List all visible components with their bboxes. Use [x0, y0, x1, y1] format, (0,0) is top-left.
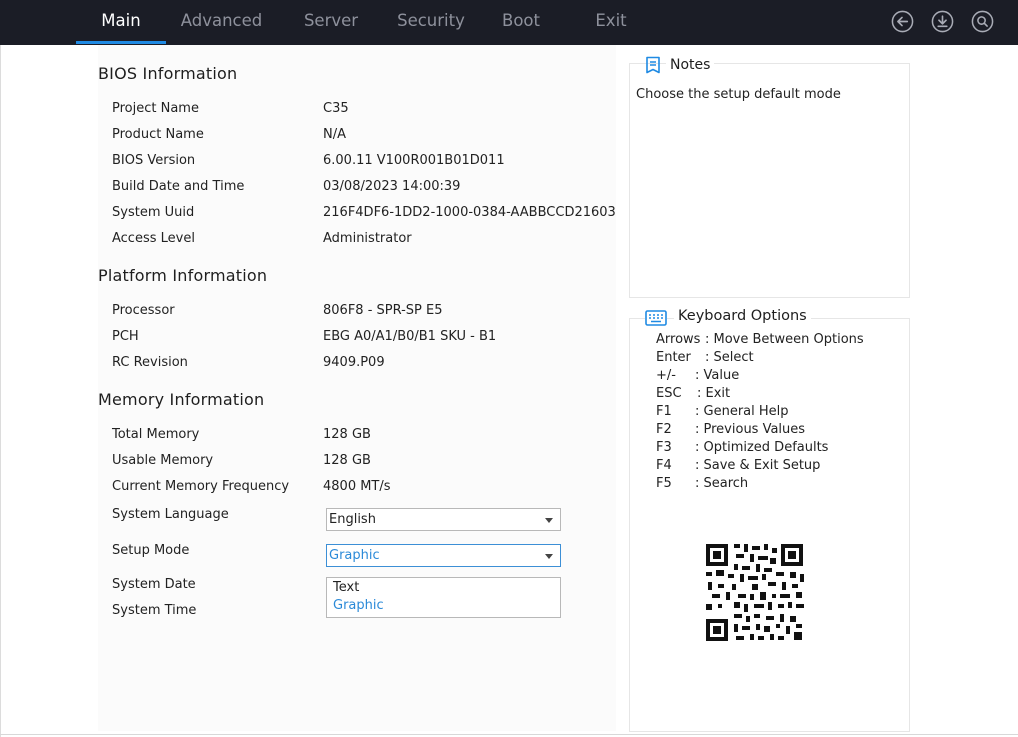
kb-key-f2: F2 [656, 422, 672, 437]
system-language-value: English [329, 512, 376, 527]
setup-mode-value: Graphic [329, 548, 380, 563]
label-memory-frequency: Current Memory Frequency [112, 479, 290, 494]
label-pch: PCH [112, 329, 139, 344]
label-access-level: Access Level [112, 231, 195, 246]
value-access-level: Administrator [323, 231, 412, 246]
label-build-date: Build Date and Time [112, 179, 245, 194]
left-edge-divider [0, 45, 1, 737]
notes-title: Notes [666, 57, 715, 73]
value-build-date: 03/08/2023 14:00:39 [323, 179, 461, 194]
main-content-panel [98, 45, 616, 731]
setup-mode-option-graphic[interactable]: Graphic [333, 598, 384, 613]
label-system-language: System Language [112, 507, 229, 522]
label-project-name: Project Name [112, 101, 199, 116]
kb-desc-f1: : General Help [695, 404, 789, 419]
tab-advanced[interactable]: Advanced [174, 0, 269, 45]
qr-code-image [696, 532, 816, 652]
setup-mode-dropdown: Text Graphic [326, 577, 561, 618]
notes-icon [645, 56, 661, 74]
notes-text: Choose the setup default mode [636, 87, 841, 102]
search-icon[interactable] [971, 10, 994, 33]
setup-mode-select[interactable]: Graphic [326, 544, 561, 567]
tab-exit[interactable]: Exit [587, 0, 635, 45]
label-total-memory: Total Memory [112, 427, 200, 442]
chevron-down-icon [545, 518, 553, 523]
back-arrow-icon[interactable] [891, 10, 914, 33]
kb-desc-f4: : Save & Exit Setup [695, 458, 821, 473]
label-setup-mode: Setup Mode [112, 543, 190, 558]
section-title-platform: Platform Information [98, 266, 268, 285]
value-usable-memory: 128 GB [323, 453, 371, 468]
value-pch: EBG A0/A1/B0/B1 SKU - B1 [323, 329, 497, 344]
kb-key-arrows: Arrows [656, 332, 701, 347]
kb-desc-f5: : Search [695, 476, 749, 491]
label-processor: Processor [112, 303, 175, 318]
kb-key-plus-minus: +/- [656, 368, 676, 383]
kb-key-enter: Enter [656, 350, 691, 365]
keyboard-icon [645, 309, 667, 327]
kb-desc-f2: : Previous Values [695, 422, 806, 437]
tab-boot[interactable]: Boot [494, 0, 548, 45]
kb-key-esc: ESC [656, 386, 682, 401]
label-bios-version: BIOS Version [112, 153, 196, 168]
value-total-memory: 128 GB [323, 427, 371, 442]
value-rc-revision: 9409.P09 [323, 355, 385, 370]
label-system-uuid: System Uuid [112, 205, 195, 220]
top-menu-bar: Main Advanced Server Security Boot Exit [0, 0, 1018, 45]
label-rc-revision: RC Revision [112, 355, 188, 370]
section-title-bios: BIOS Information [98, 64, 238, 83]
section-title-memory: Memory Information [98, 390, 265, 409]
kb-key-f4: F4 [656, 458, 672, 473]
label-system-time[interactable]: System Time [112, 603, 196, 618]
chevron-down-icon [545, 554, 553, 559]
tab-security[interactable]: Security [390, 0, 472, 45]
value-memory-frequency: 4800 MT/s [323, 479, 391, 494]
kb-desc-esc: : Exit [697, 386, 731, 401]
keyboard-options-title: Keyboard Options [674, 308, 811, 324]
label-usable-memory: Usable Memory [112, 453, 214, 468]
kb-key-f3: F3 [656, 440, 672, 455]
kb-desc-f3: : Optimized Defaults [695, 440, 829, 455]
bottom-divider [0, 734, 1018, 735]
setup-mode-option-text[interactable]: Text [333, 580, 359, 595]
value-project-name: C35 [323, 101, 349, 116]
download-icon[interactable] [931, 10, 954, 33]
tab-server[interactable]: Server [295, 0, 367, 45]
value-bios-version: 6.00.11 V100R001B01D011 [323, 153, 505, 168]
kb-desc-arrows: : Move Between Options [705, 332, 864, 347]
kb-key-f1: F1 [656, 404, 672, 419]
label-product-name: Product Name [112, 127, 204, 142]
kb-key-f5: F5 [656, 476, 672, 491]
kb-desc-enter: : Select [705, 350, 754, 365]
value-processor: 806F8 - SPR-SP E5 [323, 303, 443, 318]
value-system-uuid: 216F4DF6-1DD2-1000-0384-AABBCCD21603 [323, 205, 616, 220]
label-system-date[interactable]: System Date [112, 577, 196, 592]
value-product-name: N/A [323, 127, 346, 142]
kb-desc-plus-minus: : Value [695, 368, 740, 383]
tab-main[interactable]: Main [76, 0, 166, 45]
system-language-select[interactable]: English [326, 508, 561, 531]
